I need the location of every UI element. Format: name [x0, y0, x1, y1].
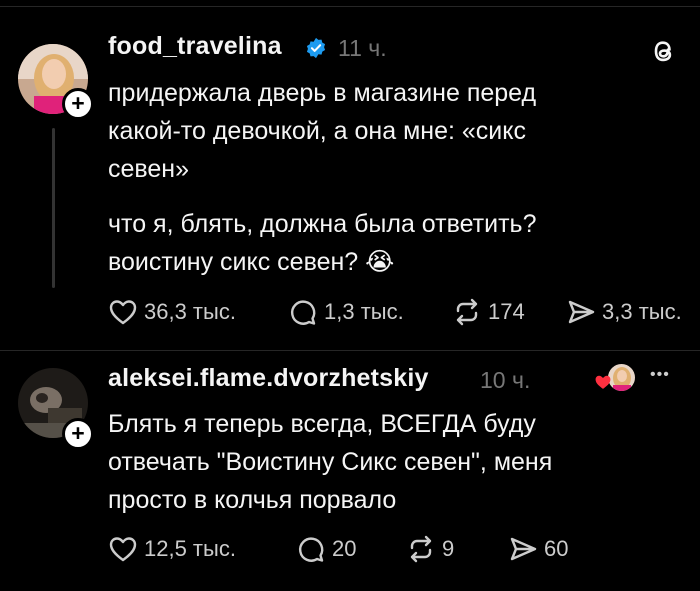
heart-icon	[595, 375, 611, 389]
follow-plus-button[interactable]: +	[62, 418, 94, 450]
repost-count: 9	[442, 536, 455, 561]
repost-icon	[410, 535, 432, 563]
comment-icon	[290, 300, 316, 325]
post-text-1: придержала дверь в магазине перед какой-…	[108, 79, 537, 183]
author-mini-avatar	[608, 364, 635, 391]
like-count: 12,5 тыс.	[144, 536, 236, 561]
share-button[interactable]: 3,3 тыс.	[566, 294, 682, 330]
post1-actions: 36,3 тыс. 1,3 тыс. 174 3,3 тыс.	[108, 294, 700, 330]
author-liked-indicator	[594, 362, 636, 394]
reply-text: Блять я теперь всегда, ВСЕГДА буду отвеч…	[108, 410, 553, 514]
comment-button[interactable]: 1,3 тыс.	[288, 294, 404, 330]
heart-icon	[109, 300, 137, 325]
username[interactable]: food_travelina	[108, 32, 282, 61]
thread-line	[52, 128, 55, 288]
comment-icon	[298, 537, 324, 562]
repost-button[interactable]: 9	[406, 531, 454, 567]
comment-count: 1,3 тыс.	[324, 299, 404, 324]
post-text-2: что я, блять, должна была ответить? воис…	[108, 210, 537, 276]
share-icon	[510, 537, 537, 561]
share-button[interactable]: 60	[508, 531, 568, 567]
post-divider	[0, 350, 700, 351]
comment-count: 20	[332, 536, 357, 561]
heart-icon	[109, 537, 137, 562]
post-time: 11 ч.	[338, 35, 387, 61]
like-button[interactable]: 36,3 тыс.	[108, 294, 236, 330]
post-time: 10 ч.	[480, 367, 531, 393]
share-icon	[568, 300, 595, 324]
like-button[interactable]: 12,5 тыс.	[108, 531, 236, 567]
repost-icon	[456, 298, 478, 326]
repost-count: 174	[488, 299, 525, 324]
repost-button[interactable]: 174	[452, 294, 525, 330]
username[interactable]: aleksei.flame.dvorzhetskiy	[108, 364, 429, 393]
like-count: 36,3 тыс.	[144, 299, 236, 324]
post2-actions: 12,5 тыс. 20 9 60	[108, 531, 668, 567]
verified-badge-icon	[306, 37, 326, 59]
more-options-button[interactable]: •••	[650, 366, 670, 384]
threads-logo-icon[interactable]	[646, 34, 680, 68]
share-count: 3,3 тыс.	[602, 299, 682, 324]
comment-button[interactable]: 20	[296, 531, 356, 567]
follow-plus-button[interactable]: +	[62, 88, 94, 120]
top-divider	[0, 6, 700, 7]
share-count: 60	[544, 536, 569, 561]
